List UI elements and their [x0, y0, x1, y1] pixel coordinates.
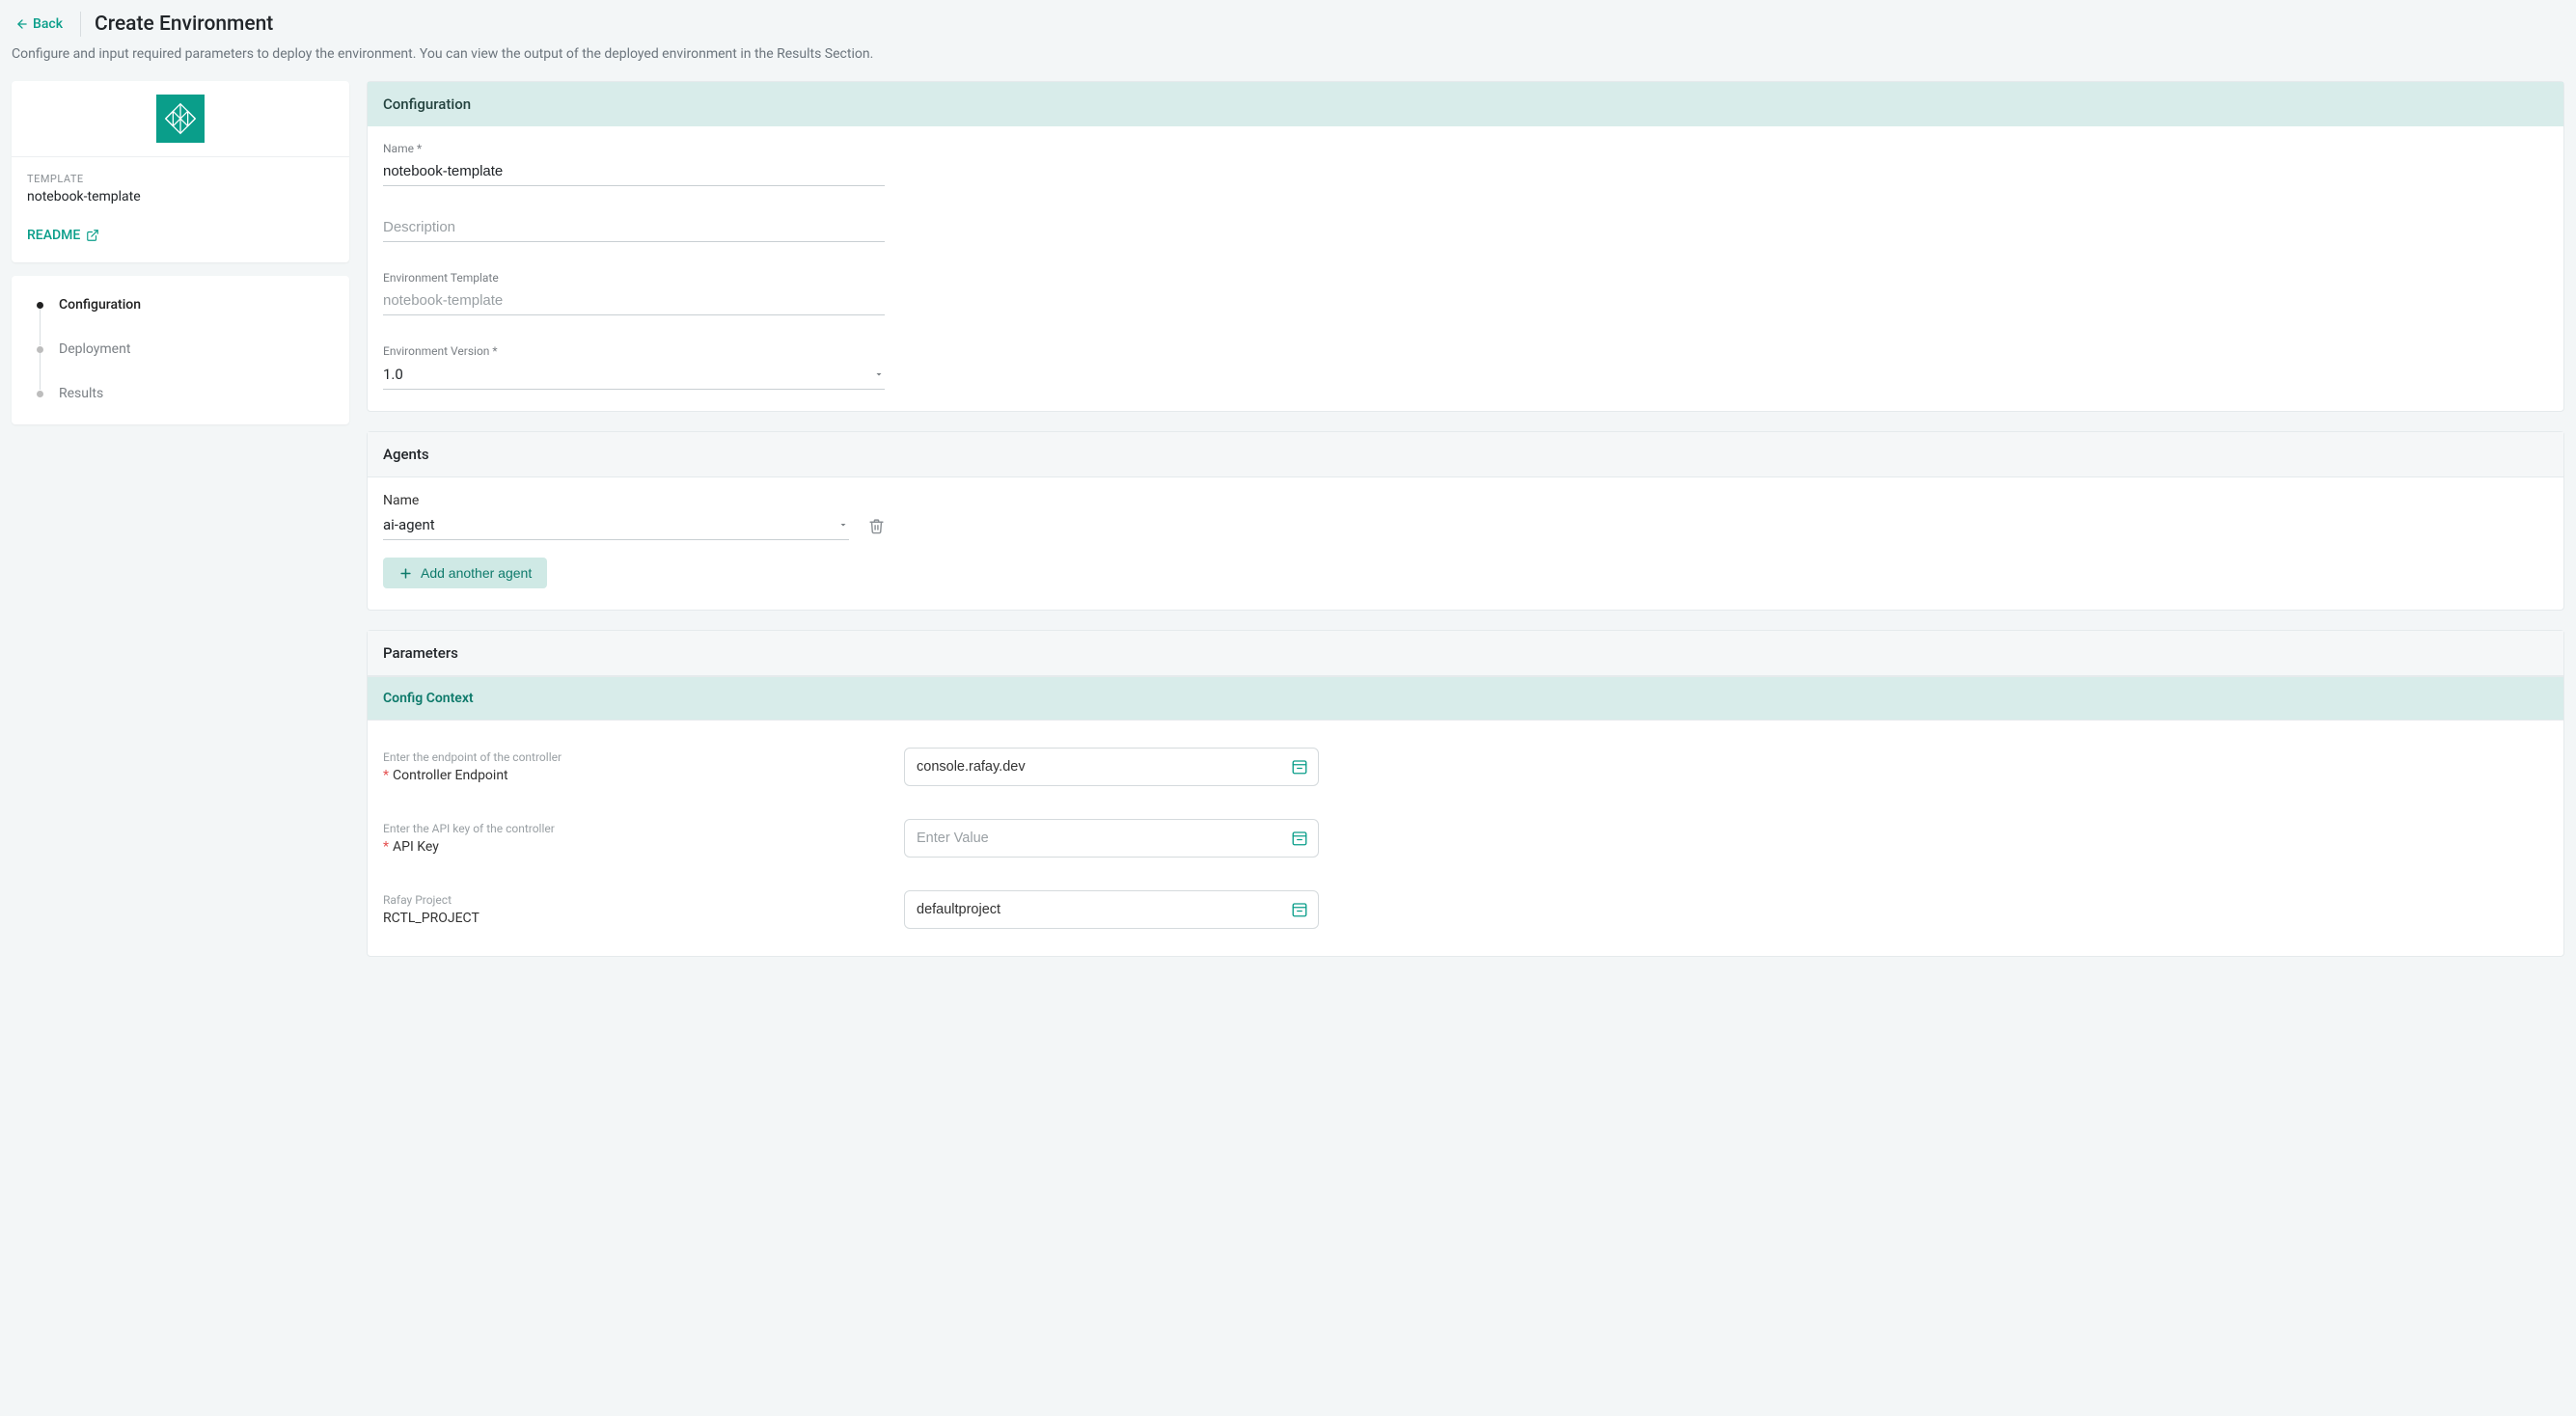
back-label: Back — [33, 16, 63, 32]
form-icon[interactable] — [1291, 830, 1308, 847]
step-results[interactable]: Results — [37, 386, 332, 401]
rctl-project-input[interactable] — [917, 902, 1291, 917]
required-star: * — [383, 839, 389, 855]
param-label: *API Key — [383, 839, 865, 855]
step-configuration[interactable]: Configuration — [37, 297, 332, 341]
env-version-select[interactable]: 1.0 — [383, 362, 885, 390]
arrow-left-icon — [15, 17, 29, 31]
required-star: * — [383, 768, 389, 783]
page-subtitle: Configure and input required parameters … — [12, 46, 2564, 62]
step-dot — [37, 302, 43, 309]
step-dot — [37, 346, 43, 353]
param-label: *Controller Endpoint — [383, 768, 865, 783]
template-card: TEMPLATE notebook-template README — [12, 81, 349, 262]
form-icon[interactable] — [1291, 758, 1308, 776]
back-button[interactable]: Back — [12, 13, 67, 36]
api-key-input[interactable] — [917, 831, 1291, 846]
env-template-label: Environment Template — [383, 271, 885, 285]
step-label: Results — [59, 386, 103, 401]
param-help: Enter the API key of the controller — [383, 822, 865, 835]
agents-section: Agents Name ai-agent — [367, 431, 2564, 611]
step-label: Configuration — [59, 297, 141, 313]
form-icon[interactable] — [1291, 901, 1308, 918]
env-version-label: Environment Version * — [383, 344, 885, 358]
controller-endpoint-input[interactable] — [917, 759, 1291, 775]
parameters-section: Parameters Config Context Enter the endp… — [367, 630, 2564, 957]
external-link-icon — [86, 229, 99, 242]
template-label: TEMPLATE — [27, 173, 334, 185]
param-help: Rafay Project — [383, 893, 865, 907]
param-label: RCTL_PROJECT — [383, 911, 865, 926]
step-label: Deployment — [59, 341, 130, 357]
parameters-body: Enter the endpoint of the controller *Co… — [368, 721, 2563, 956]
param-row-api-key: Enter the API key of the controller *API… — [383, 819, 2548, 858]
add-agent-label: Add another agent — [421, 565, 532, 581]
param-help: Enter the endpoint of the controller — [383, 750, 865, 764]
agents-header: Agents — [368, 432, 2563, 477]
agent-select[interactable]: ai-agent — [383, 512, 849, 540]
step-dot — [37, 391, 43, 397]
template-name: notebook-template — [27, 189, 334, 204]
configuration-section: Configuration Name * Environment Templat… — [367, 81, 2564, 412]
parameters-header: Parameters — [368, 631, 2563, 676]
divider — [80, 12, 81, 37]
env-template-input — [383, 288, 885, 315]
readme-link[interactable]: README — [27, 228, 99, 243]
env-version-value: 1.0 — [383, 366, 403, 383]
add-agent-button[interactable]: Add another agent — [383, 558, 547, 588]
page-title: Create Environment — [95, 13, 273, 36]
configuration-header: Configuration — [368, 82, 2563, 126]
chevron-down-icon — [837, 519, 849, 531]
description-input[interactable] — [383, 215, 885, 242]
template-logo — [156, 95, 205, 143]
delete-agent-button[interactable] — [868, 518, 885, 540]
trash-icon — [868, 518, 885, 534]
agent-name-label: Name — [383, 493, 849, 508]
config-context-header: Config Context — [368, 676, 2563, 721]
param-row-rctl-project: Rafay Project RCTL_PROJECT — [383, 890, 2548, 929]
page-header: Back Create Environment Configure and in… — [0, 0, 2576, 81]
readme-label: README — [27, 228, 80, 243]
param-row-controller-endpoint: Enter the endpoint of the controller *Co… — [383, 748, 2548, 786]
agent-selected-value: ai-agent — [383, 516, 435, 533]
name-label: Name * — [383, 142, 885, 155]
name-input[interactable] — [383, 159, 885, 186]
chevron-down-icon — [873, 368, 885, 380]
step-deployment[interactable]: Deployment — [37, 341, 332, 386]
stepper: Configuration Deployment Results — [12, 276, 349, 424]
plus-icon — [398, 566, 413, 581]
